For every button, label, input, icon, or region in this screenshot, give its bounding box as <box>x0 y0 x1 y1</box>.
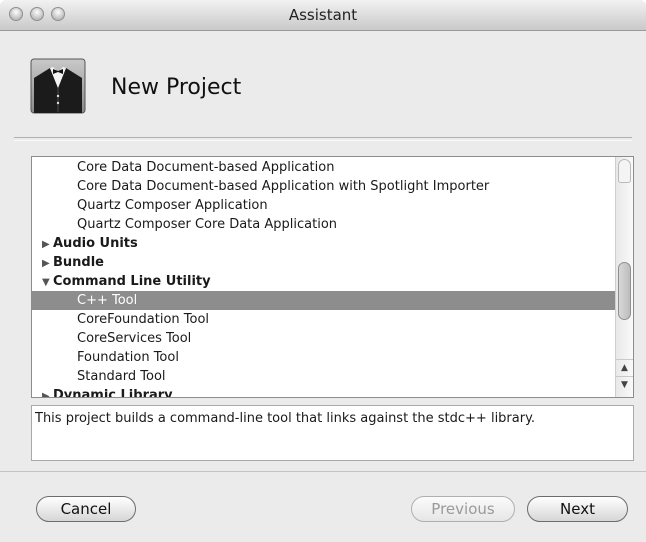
list-item-label: CoreFoundation Tool <box>77 312 210 327</box>
list-item-label: CoreServices Tool <box>77 331 192 346</box>
list-item[interactable]: CoreFoundation Tool <box>32 310 615 329</box>
list-group-row[interactable]: ▼ Command Line Utility <box>32 272 615 291</box>
title-bar[interactable]: Assistant <box>0 0 646 31</box>
vertical-scrollbar[interactable]: ▲ ▼ <box>615 157 633 397</box>
list-item[interactable]: Foundation Tool <box>32 348 615 367</box>
list-group-row[interactable]: ▶ Bundle <box>32 253 615 272</box>
template-list[interactable]: Core Data Document-based Application Core… <box>31 156 634 398</box>
disclosure-triangle-right-icon[interactable]: ▶ <box>42 387 53 397</box>
scrollbar-thumb[interactable] <box>618 262 631 320</box>
list-item-label: Dynamic Library <box>53 388 173 398</box>
list-item[interactable]: Core Data Document-based Application wit… <box>32 177 615 196</box>
list-item-label: Bundle <box>53 255 104 270</box>
previous-button[interactable]: Previous <box>411 496 515 522</box>
disclosure-triangle-down-icon[interactable]: ▼ <box>42 273 53 292</box>
window-title: Assistant <box>288 6 358 24</box>
list-item[interactable]: Core Data Document-based Application <box>32 158 615 177</box>
list-item-label: Audio Units <box>53 236 138 251</box>
footer-divider <box>0 471 646 472</box>
disclosure-triangle-right-icon[interactable]: ▶ <box>42 254 53 273</box>
next-button[interactable]: Next <box>527 496 628 522</box>
cancel-button[interactable]: Cancel <box>36 496 136 522</box>
list-item[interactable]: Quartz Composer Application <box>32 196 615 215</box>
scrollbar-top-cap <box>618 159 631 183</box>
tuxedo-icon <box>30 58 86 114</box>
list-item[interactable]: C++ Tool <box>32 291 615 310</box>
list-item[interactable]: Standard Tool <box>32 367 615 386</box>
list-item[interactable]: Quartz Composer Core Data Application <box>32 215 615 234</box>
header-divider <box>14 137 632 141</box>
assistant-window: Assistant New Project Core Data Document… <box>0 0 646 542</box>
list-group-row[interactable]: ▶ Audio Units <box>32 234 615 253</box>
list-group-row[interactable]: ▶ Dynamic Library <box>32 386 615 398</box>
list-item-label: Core Data Document-based Application <box>77 160 335 175</box>
page-title: New Project <box>111 75 242 100</box>
list-item-label: Quartz Composer Core Data Application <box>77 217 338 232</box>
list-item-label: Quartz Composer Application <box>77 198 268 213</box>
list-item-label: Command Line Utility <box>53 274 211 289</box>
disclosure-triangle-right-icon[interactable]: ▶ <box>42 235 53 254</box>
scroll-down-arrow-icon[interactable]: ▼ <box>616 376 633 392</box>
list-item[interactable]: CoreServices Tool <box>32 329 615 348</box>
scroll-up-arrow-icon[interactable]: ▲ <box>616 359 633 375</box>
list-item-label: Foundation Tool <box>77 350 179 365</box>
template-description: This project builds a command-line tool … <box>31 405 634 461</box>
list-item-label: Core Data Document-based Application wit… <box>77 179 490 194</box>
list-item-label: Standard Tool <box>77 369 166 384</box>
list-item-label: C++ Tool <box>77 293 138 308</box>
